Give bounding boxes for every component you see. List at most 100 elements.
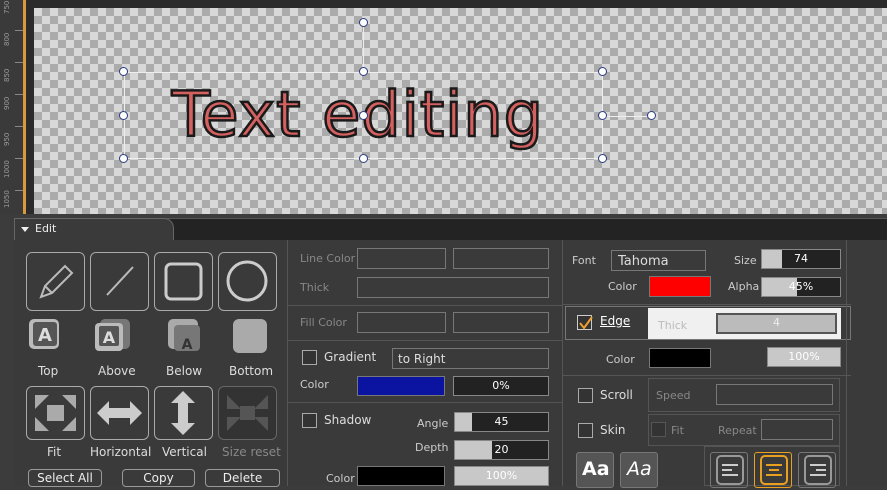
shadow-checkbox[interactable]: [302, 413, 317, 428]
skin-fit-checkbox[interactable]: [651, 422, 666, 437]
copy-button[interactable]: Copy: [122, 469, 195, 487]
alpha-slider[interactable]: 45%: [761, 277, 841, 297]
font-name-select[interactable]: Tahoma: [611, 250, 706, 271]
resize-handle[interactable]: [598, 154, 607, 163]
horizontal-label: Horizontal: [90, 445, 152, 459]
gradient-percent-slider[interactable]: 0%: [453, 376, 549, 396]
align-center-button[interactable]: [754, 452, 792, 488]
bold-style-button[interactable]: Aa: [576, 452, 614, 488]
shadow-angle-slider[interactable]: 45: [454, 412, 549, 432]
speed-input[interactable]: [716, 384, 833, 405]
line-color-label: Line Color: [300, 252, 356, 265]
font-label: Font: [572, 254, 596, 267]
size-reset-icon: [227, 395, 268, 431]
ruler-label: 950: [3, 132, 11, 146]
line-thick-input[interactable]: [357, 277, 549, 298]
ruler-label: 800: [3, 32, 11, 46]
top-label: Top: [38, 364, 59, 378]
edit-tab[interactable]: Edit: [14, 218, 174, 240]
thick-label: Thick: [300, 281, 330, 294]
layer-bottom-icon[interactable]: [230, 316, 270, 356]
resize-handle[interactable]: [598, 111, 607, 120]
shadow-depth-slider[interactable]: 20: [454, 440, 549, 460]
line-icon: [106, 266, 134, 296]
edge-color-swatch[interactable]: [649, 348, 711, 368]
font-size-value: 74: [794, 252, 808, 265]
rectangle-icon: [164, 262, 203, 301]
resize-handle[interactable]: [119, 67, 128, 76]
align-right-button[interactable]: [798, 452, 836, 488]
fit-button[interactable]: [26, 386, 85, 440]
pencil-tool-button[interactable]: [26, 252, 85, 311]
font-color-swatch[interactable]: [649, 276, 711, 297]
speed-label: Speed: [656, 389, 691, 402]
resize-handle[interactable]: [598, 67, 607, 76]
scroll-checkbox[interactable]: [578, 388, 593, 403]
fill-color-value[interactable]: [453, 312, 549, 333]
below-label: Below: [166, 364, 203, 378]
fill-color-label: Fill Color: [300, 316, 347, 329]
center-handle[interactable]: [359, 111, 368, 120]
shadow-depth-value: 20: [494, 443, 509, 456]
gradient-color-swatch[interactable]: [357, 376, 445, 396]
vertical-ruler: 1050 1000 950 900 850 800 750: [0, 0, 26, 214]
select-all-button[interactable]: Select All: [28, 469, 102, 487]
layer-top-icon[interactable]: A: [26, 316, 66, 356]
flip-vertical-button[interactable]: [154, 386, 213, 440]
divider: [562, 240, 563, 486]
repeat-input[interactable]: [761, 419, 833, 440]
shadow-color-swatch[interactable]: [357, 466, 445, 486]
ruler-label: 1000: [3, 160, 11, 178]
scroll-label: Scroll: [600, 388, 633, 402]
skew-handle[interactable]: [647, 111, 656, 120]
rectangle-tool-button[interactable]: [154, 252, 213, 311]
align-center-icon: [760, 455, 788, 485]
gradient-label: Gradient: [324, 350, 377, 364]
gradient-direction-select[interactable]: to Right: [392, 348, 549, 369]
divider: [288, 305, 562, 306]
edge-percent-value: 100%: [788, 350, 820, 363]
layer-below-icon[interactable]: A: [165, 316, 205, 356]
ellipse-icon: [226, 260, 268, 302]
above-label: Above: [98, 364, 136, 378]
bold-style-label: Aa: [582, 458, 610, 480]
skin-checkbox[interactable]: [578, 423, 593, 438]
canvas-text[interactable]: Text editing: [171, 77, 545, 153]
italic-style-button[interactable]: Aa: [620, 452, 658, 488]
resize-handle[interactable]: [359, 67, 368, 76]
layer-above-icon[interactable]: A: [91, 316, 131, 356]
edge-percent-slider[interactable]: 100%: [767, 347, 841, 367]
flip-horizontal-button[interactable]: [90, 386, 149, 440]
align-left-button[interactable]: [710, 452, 748, 488]
align-left-icon: [716, 455, 744, 485]
edge-checkbox[interactable]: [577, 315, 593, 330]
line-tool-button[interactable]: [90, 252, 149, 311]
canvas-area[interactable]: 1050 1000 950 900 850 800 750 Text editi…: [0, 0, 887, 214]
rotate-handle[interactable]: [359, 18, 368, 27]
line-color-value[interactable]: [453, 248, 549, 269]
size-label: Size: [734, 254, 757, 267]
resize-handle[interactable]: [119, 111, 128, 120]
divider: [846, 240, 847, 486]
resize-handle[interactable]: [119, 154, 128, 163]
divider: [563, 304, 851, 305]
ellipse-tool-button[interactable]: [218, 252, 277, 311]
fill-color-swatch[interactable]: [357, 312, 446, 333]
size-reset-button[interactable]: [218, 386, 277, 440]
vertical-arrow-icon: [171, 391, 195, 435]
edit-tab-label: Edit: [35, 222, 57, 235]
shadow-percent-slider[interactable]: 100%: [454, 466, 549, 486]
skin-fit-label: Fit: [671, 424, 684, 437]
svg-text:A: A: [103, 328, 116, 347]
line-color-swatch[interactable]: [357, 248, 446, 269]
gradient-checkbox[interactable]: [302, 350, 317, 365]
font-size-slider[interactable]: 74: [761, 249, 841, 269]
collapse-triangle-icon: [21, 227, 29, 232]
divider: [287, 240, 288, 486]
vertical-label: Vertical: [162, 445, 207, 459]
edge-thick-slider[interactable]: 4: [716, 313, 837, 334]
resize-handle[interactable]: [359, 154, 368, 163]
divider: [288, 340, 562, 341]
delete-button[interactable]: Delete: [205, 469, 280, 487]
edge-color-label: Color: [606, 353, 635, 366]
